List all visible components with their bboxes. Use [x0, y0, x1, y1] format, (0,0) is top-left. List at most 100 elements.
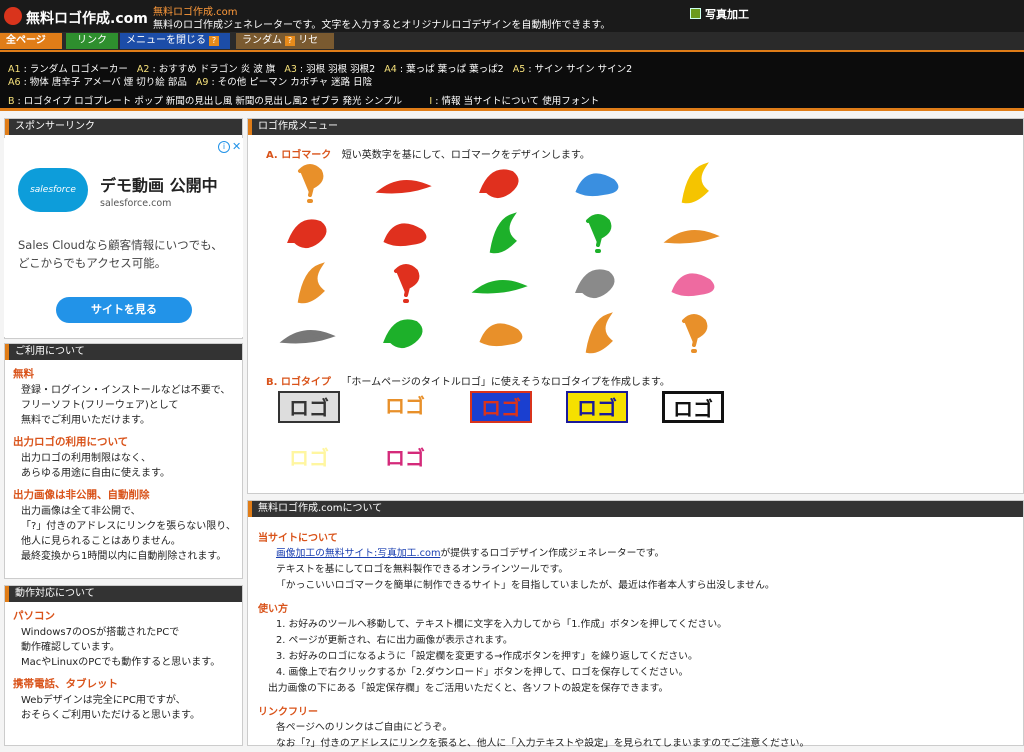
- shade-logo[interactable]: [662, 311, 722, 355]
- chili-logo[interactable]: [374, 261, 434, 305]
- ad-title[interactable]: デモ動画 公開中: [100, 172, 218, 196]
- feather-logo-1[interactable]: [278, 211, 338, 255]
- photo-edit-label: 写真加工: [705, 8, 749, 21]
- usage-heading: ご利用について: [5, 344, 242, 360]
- compat-heading: 動作対応について: [5, 586, 242, 602]
- help-icon: ?: [209, 36, 219, 46]
- site-logo-icon[interactable]: [4, 7, 22, 25]
- close-menu-label: メニューを閉じる: [126, 35, 206, 46]
- photo-site-link[interactable]: 画像加工の無料サイト:写真加工.com: [276, 548, 441, 559]
- wave-logo[interactable]: [566, 161, 626, 205]
- sign-logo-1[interactable]: [278, 261, 338, 305]
- text-line: テキストを基にしてロゴを無料製作できるオンラインツールです。: [276, 564, 569, 575]
- logomark-intro: A. ロゴマーク 短い英数字を基にして、ロゴマークをデザインします。: [266, 146, 590, 161]
- text-line: Webデザインは完全にPC用ですが、: [21, 695, 186, 706]
- logotype-label[interactable]: B. ロゴタイプ: [266, 377, 331, 388]
- text-line: 最終変換から1時間以内に自動削除されます。: [21, 551, 227, 562]
- text-line: 2. ページが更新され、右に出力画像が表示されます。: [276, 635, 513, 646]
- submenu-code: A5: [512, 64, 526, 75]
- text-line: Windows7のOSが搭載されたPCで: [21, 627, 180, 638]
- about-content: 当サイトについて 画像加工の無料サイト:写真加工.comが提供するロゴデザイン作…: [258, 529, 1018, 752]
- logotype-simple[interactable]: ロゴ: [374, 443, 436, 475]
- submenu-code: A4: [384, 64, 397, 75]
- random-button[interactable]: ランダム: [242, 35, 282, 46]
- ad-cta-button[interactable]: サイトを見る: [56, 297, 192, 323]
- submenu-code: A6: [8, 77, 21, 88]
- leaf-logo-1[interactable]: [566, 211, 626, 255]
- text-span: が提供するロゴデザイン作成ジェネレーターです。: [440, 548, 665, 559]
- submenu-items[interactable]: その他 ピーマン カボチャ 迷路 日陰: [218, 77, 373, 88]
- logotype-glow[interactable]: ロゴ: [278, 443, 340, 475]
- tab-link[interactable]: リンク: [66, 33, 118, 49]
- text-line: 無料でご利用いただけます。: [21, 415, 150, 426]
- flag-logo[interactable]: [662, 161, 722, 205]
- text-line: 出力画像は全て非公開で、: [21, 506, 141, 517]
- submenu-items[interactable]: サイン サイン サイン2: [535, 64, 633, 75]
- logotype-plate[interactable]: ロゴ: [278, 391, 340, 423]
- feather-logo-2[interactable]: [374, 211, 434, 255]
- part-logo[interactable]: [278, 311, 338, 355]
- leaf-logo-2[interactable]: [662, 211, 722, 255]
- compat-pc-text: Windows7のOSが搭載されたPCで 動作確認しています。 MacやLinu…: [21, 625, 242, 670]
- logotype-desc: 「ホームページのタイトルロゴ」に使えそうなロゴタイプを作成します。: [341, 377, 670, 388]
- text-line: 登録・ログイン・インストールなどは不要で、: [21, 385, 231, 396]
- logotype-zebra[interactable]: ロゴ: [662, 391, 724, 423]
- ad-banner[interactable]: i ✕ salesforce デモ動画 公開中 salesforce.com S…: [4, 138, 243, 337]
- about-heading: 無料ロゴ作成.comについて: [248, 501, 1023, 517]
- text-line: 他人に見られることはありません。: [21, 536, 181, 547]
- about-site-line: 画像加工の無料サイト:写真加工.comが提供するロゴデザイン作成ジェネレーターで…: [276, 546, 1018, 562]
- ad-url[interactable]: salesforce.com: [100, 198, 171, 209]
- feather-logo-3[interactable]: [470, 211, 530, 255]
- text-line: なお「?」付きのアドレスにリンクを張ると、他人に「入力テキストや設定」を見られて…: [276, 738, 810, 749]
- usage-output-heading: 出力ロゴの利用について: [13, 436, 129, 448]
- question-mark-logo[interactable]: [278, 161, 338, 205]
- sponsor-heading: スポンサーリンク: [5, 119, 242, 135]
- submenu-items[interactable]: 葉っぱ 葉っぱ 葉っぱ2: [406, 64, 504, 75]
- text-line: 「?」付きのアドレスにリンクを張らない限り、: [21, 521, 236, 532]
- pumpkin-logo[interactable]: [470, 311, 530, 355]
- logotype-pop[interactable]: ロゴ: [374, 391, 436, 423]
- compat-pc-heading: パソコン: [13, 610, 55, 622]
- flame-logo[interactable]: [470, 161, 530, 205]
- usage-box: ご利用について 無料 登録・ログイン・インストールなどは不要で、 フリーソフト(…: [4, 343, 243, 579]
- logomark-label[interactable]: A. ロゴマーク: [266, 150, 331, 161]
- text-line: 1. お好みのツールへ移動して、テキスト欄に文字を入力してから「1.作成」ボタン…: [276, 619, 727, 630]
- tab-close-menu[interactable]: メニューを閉じる?: [120, 33, 230, 49]
- ad-body-line: Sales Cloudなら顧客情報にいつでも、: [18, 238, 223, 252]
- ad-close-icon[interactable]: ✕: [232, 140, 241, 153]
- submenu-code: B: [8, 96, 15, 107]
- text-line: 出力ロゴの利用制限はなく、: [21, 453, 151, 464]
- submenu-items[interactable]: ロゴタイプ ロゴプレート ポップ 新聞の見出し風 新聞の見出し風2 ゼブラ 発光…: [24, 96, 402, 107]
- photo-icon: [690, 8, 701, 19]
- logotype-intro: B. ロゴタイプ 「ホームページのタイトルロゴ」に使えそうなロゴタイプを作成しま…: [266, 373, 670, 388]
- help-icon: ?: [285, 36, 295, 46]
- ad-body-line: どこからでもアクセス可能。: [18, 256, 167, 270]
- submenu-items[interactable]: 物体 唐辛子 アメーバ 煙 切り絵 部品: [30, 77, 187, 88]
- pepper-logo[interactable]: [374, 311, 434, 355]
- submenu-items[interactable]: 情報 当サイトについて 使用フォント: [441, 96, 599, 107]
- text-line: MacやLinuxのPCでも動作すると思います。: [21, 657, 221, 668]
- ad-brand-logo[interactable]: salesforce: [18, 168, 88, 212]
- logotype-news2[interactable]: ロゴ: [566, 391, 628, 423]
- submenu-code: A9: [195, 77, 209, 88]
- ad-body: Sales Cloudなら顧客情報にいつでも、 どこからでもアクセス可能。: [18, 236, 223, 272]
- submenu: A1 : ランダム ロゴメーカー A2 : おすすめ ドラゴン 炎 波 旗 A3…: [0, 50, 1024, 108]
- usage-free-heading: 無料: [13, 368, 34, 380]
- photo-edit-link[interactable]: 写真加工: [690, 6, 749, 22]
- compat-mobile-text: Webデザインは完全にPC用ですが、 おそらくご利用いただけると思います。: [21, 693, 242, 723]
- amoeba-logo[interactable]: [470, 261, 530, 305]
- text-line: 動作確認しています。: [21, 642, 120, 653]
- dragon-logo[interactable]: [374, 161, 434, 205]
- site-header: 無料ロゴ作成.com 無料ロゴ作成.com 無料のロゴ作成ジェネレーターです。文…: [0, 0, 1024, 32]
- ad-info-icon[interactable]: i: [218, 141, 230, 153]
- smoke-logo[interactable]: [566, 261, 626, 305]
- text-line: おそらくご利用いただけると思います。: [21, 710, 200, 721]
- tab-all-pages[interactable]: 全ページ: [0, 33, 62, 49]
- site-title[interactable]: 無料ロゴ作成.com: [26, 8, 148, 28]
- cutout-logo[interactable]: [662, 261, 722, 305]
- about-linkfree-heading: リンクフリー: [258, 707, 318, 718]
- logotype-news[interactable]: ロゴ: [470, 391, 532, 423]
- submenu-row-3: B : ロゴタイプ ロゴプレート ポップ 新聞の見出し風 新聞の見出し風2 ゼブ…: [8, 96, 600, 107]
- maze-logo[interactable]: [566, 311, 626, 355]
- text-line: フリーソフト(フリーウェア)として: [21, 400, 179, 411]
